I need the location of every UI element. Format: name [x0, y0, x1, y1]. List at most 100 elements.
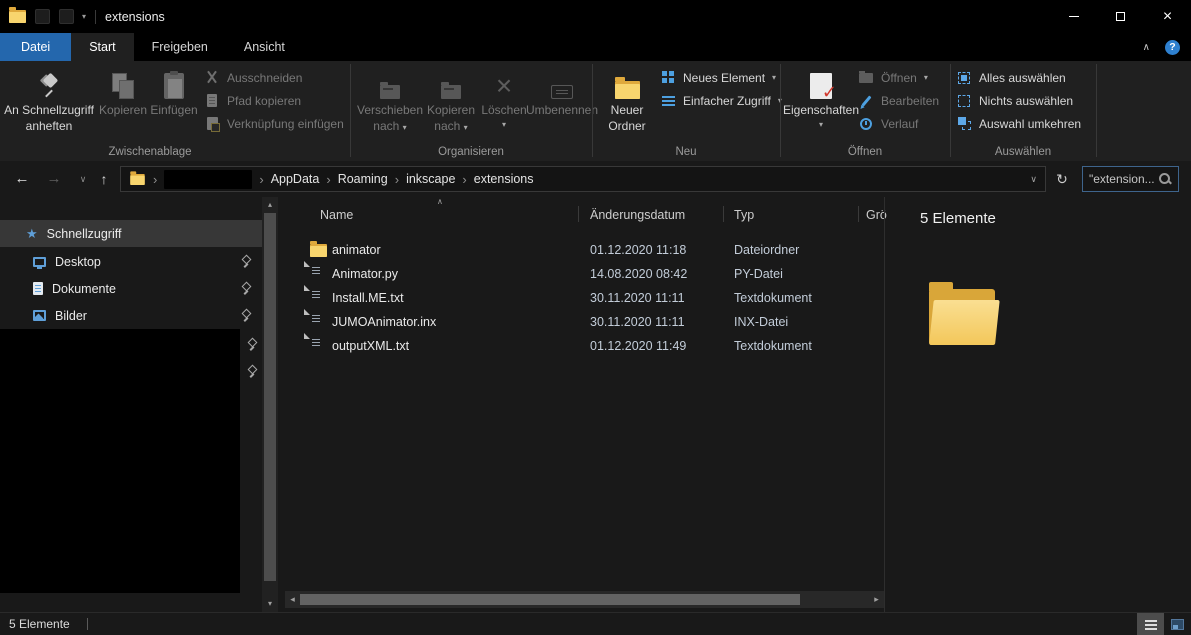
- copy-to-button[interactable]: Kopieren nach ▾: [423, 63, 479, 145]
- breadcrumb-separator-icon: ›: [462, 172, 466, 187]
- scrollbar-thumb[interactable]: [264, 213, 276, 581]
- paste-shortcut-button[interactable]: Verknüpfung einfügen: [204, 112, 344, 135]
- refresh-icon[interactable]: ↻: [1051, 161, 1073, 197]
- scroll-down-icon[interactable]: ▾: [262, 597, 278, 611]
- scroll-left-icon[interactable]: ◂: [286, 591, 299, 608]
- paste-button[interactable]: Einfügen: [148, 63, 200, 145]
- pin-icon: [240, 309, 252, 322]
- scroll-up-icon[interactable]: ▴: [262, 198, 278, 212]
- file-row-install-me[interactable]: Install.ME.txt 30.11.2020 11:11 Textdoku…: [285, 286, 884, 310]
- breadcrumb-inkscape[interactable]: inkscape: [406, 172, 455, 186]
- qat-dropdown-icon[interactable]: ▾: [82, 12, 86, 21]
- search-input[interactable]: [1089, 172, 1159, 186]
- file-row-animator[interactable]: animator 01.12.2020 11:18 Dateiordner: [285, 238, 884, 262]
- button-label: Bearbeiten: [881, 94, 939, 108]
- button-label: Kopieren: [427, 103, 475, 119]
- paste-icon: [164, 73, 184, 99]
- navigation-pane: ★ Schnellzugriff Desktop Dokumente Bilde…: [0, 197, 262, 612]
- forward-button[interactable]: →: [42, 161, 66, 197]
- tab-datei[interactable]: Datei: [0, 33, 71, 61]
- column-header-type[interactable]: Typ: [734, 205, 754, 225]
- qat-newfolder-button[interactable]: [59, 9, 74, 24]
- file-date: 30.11.2020 11:11: [590, 286, 685, 310]
- maximize-button[interactable]: [1097, 0, 1144, 33]
- pin-to-quickaccess-button[interactable]: An Schnellzugriff anheften: [2, 63, 96, 145]
- file-explorer-window: ▾ extensions × Datei Start Freigeben Ans…: [0, 0, 1191, 635]
- group-separator: [950, 64, 951, 157]
- group-label-organisieren: Organisieren: [350, 146, 592, 158]
- select-all-button[interactable]: Alles auswählen: [956, 66, 1081, 89]
- move-to-button[interactable]: Verschieben nach ▾: [357, 63, 423, 145]
- sidebar-item-quickaccess[interactable]: ★ Schnellzugriff: [0, 220, 262, 247]
- dropdown-caret-icon: ▾: [464, 123, 468, 132]
- invert-selection-button[interactable]: Auswahl umkehren: [956, 112, 1081, 135]
- rename-button[interactable]: Umbenennen: [527, 63, 597, 145]
- file-type: Dateiordner: [734, 238, 799, 262]
- delete-icon: ×: [496, 73, 512, 99]
- address-bar[interactable]: › › AppData › Roaming › inkscape › exten…: [120, 166, 1046, 192]
- redacted-sidebar-area: [0, 329, 240, 593]
- folder-icon: [310, 244, 327, 257]
- qat-properties-button[interactable]: [35, 9, 50, 24]
- sidebar-item-dokumente[interactable]: Dokumente: [0, 275, 262, 302]
- scroll-right-icon[interactable]: ▸: [870, 591, 883, 608]
- file-row-animator-py[interactable]: Animator.py 14.08.2020 08:42 PY-Datei: [285, 262, 884, 286]
- horizontal-scrollbar[interactable]: ◂ ▸: [285, 591, 884, 608]
- copy-path-button[interactable]: Pfad kopieren: [204, 89, 344, 112]
- up-button[interactable]: ↑: [92, 161, 116, 197]
- breadcrumb-roaming[interactable]: Roaming: [338, 172, 388, 186]
- delete-button[interactable]: × Löschen ▾: [481, 63, 527, 145]
- history-button[interactable]: Verlauf: [858, 112, 939, 135]
- new-folder-button[interactable]: Neuer Ordner: [600, 63, 654, 145]
- back-button[interactable]: ←: [10, 161, 34, 197]
- file-name: Install.ME.txt: [332, 286, 404, 310]
- breadcrumb-extensions[interactable]: extensions: [474, 172, 534, 186]
- file-row-jumoanimator[interactable]: JUMOAnimator.inx 30.11.2020 11:11 INX-Da…: [285, 310, 884, 334]
- address-dropdown-icon[interactable]: ∨: [1030, 174, 1037, 185]
- button-label: Neues Element: [683, 71, 765, 85]
- column-separator[interactable]: [723, 206, 724, 222]
- column-separator[interactable]: [578, 206, 579, 222]
- select-none-button[interactable]: Nichts auswählen: [956, 89, 1081, 112]
- file-list: ∧ Name Änderungsdatum Typ Größe animator…: [285, 197, 884, 612]
- close-button[interactable]: ×: [1144, 0, 1191, 33]
- minimize-button[interactable]: [1050, 0, 1097, 33]
- open-button[interactable]: Öffnen ▾: [858, 66, 939, 89]
- dropdown-caret-icon: ▾: [924, 72, 928, 83]
- dropdown-caret-icon: ▾: [772, 72, 776, 83]
- new-item-button[interactable]: Neues Element ▾: [660, 66, 782, 89]
- tab-freigeben[interactable]: Freigeben: [134, 33, 226, 61]
- edit-button[interactable]: Bearbeiten: [858, 89, 939, 112]
- tab-start[interactable]: Start: [71, 33, 133, 61]
- pin-icon: [36, 72, 62, 99]
- tab-ansicht[interactable]: Ansicht: [226, 33, 303, 61]
- sidebar-item-bilder[interactable]: Bilder: [0, 302, 262, 329]
- file-type: INX-Datei: [734, 310, 788, 334]
- properties-button[interactable]: Eigenschaften ▾: [786, 63, 856, 145]
- file-name: outputXML.txt: [332, 334, 409, 358]
- dropdown-caret-icon: ▾: [403, 123, 407, 132]
- easy-access-button[interactable]: Einfacher Zugriff ▾: [660, 89, 782, 112]
- column-header-name[interactable]: Name: [320, 205, 353, 225]
- file-row-outputxml[interactable]: outputXML.txt 01.12.2020 11:49 Textdokum…: [285, 334, 884, 358]
- copy-button[interactable]: Kopieren: [100, 63, 146, 145]
- column-separator[interactable]: [858, 206, 859, 222]
- sidebar-item-desktop[interactable]: Desktop: [0, 248, 262, 275]
- preview-item-count: 5 Elemente: [920, 210, 996, 227]
- file-date: 30.11.2020 11:11: [590, 310, 685, 334]
- thumbnails-view-button[interactable]: [1164, 613, 1191, 635]
- help-icon[interactable]: ?: [1165, 40, 1180, 55]
- details-view-button[interactable]: [1137, 613, 1164, 635]
- column-header-date[interactable]: Änderungsdatum: [590, 205, 685, 225]
- sidebar-scrollbar[interactable]: ▴ ▾: [262, 197, 278, 612]
- search-box[interactable]: [1082, 166, 1179, 192]
- breadcrumb-appdata[interactable]: AppData: [271, 172, 320, 186]
- ribbon-collapse-icon[interactable]: ∧: [1143, 42, 1150, 53]
- cut-button[interactable]: Ausschneiden: [204, 66, 344, 89]
- file-name: animator: [332, 238, 381, 262]
- pictures-icon: [33, 310, 46, 321]
- scrollbar-thumb[interactable]: [300, 594, 800, 605]
- file-date: 14.08.2020 08:42: [590, 262, 687, 286]
- search-icon[interactable]: [1159, 173, 1172, 186]
- close-icon: ×: [1163, 9, 1172, 25]
